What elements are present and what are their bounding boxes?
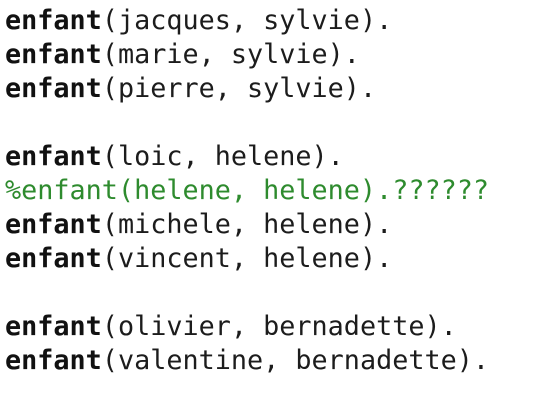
- predicate-args: (loic, helene).: [101, 141, 344, 172]
- predicate-keyword: enfant: [5, 141, 102, 172]
- code-line: enfant(loic, helene).: [5, 140, 550, 174]
- predicate-args: (valentine, bernadette).: [101, 345, 490, 376]
- predicate-keyword: enfant: [5, 345, 102, 376]
- comment-line: %enfant(helene, helene).??????: [5, 174, 550, 208]
- code-line: enfant(jacques, sylvie).: [5, 4, 550, 38]
- predicate-args: (jacques, sylvie).: [101, 5, 393, 36]
- code-line: enfant(valentine, bernadette).: [5, 344, 550, 378]
- predicate-args: (michele, helene).: [101, 209, 393, 240]
- code-line: enfant(marie, sylvie).: [5, 38, 550, 72]
- predicate-keyword: enfant: [5, 73, 102, 104]
- predicate-keyword: enfant: [5, 209, 102, 240]
- predicate-keyword: enfant: [5, 5, 102, 36]
- comment-text: %enfant(helene, helene).??????: [5, 175, 489, 206]
- code-line: enfant(michele, helene).: [5, 208, 550, 242]
- code-line: enfant(vincent, helene).: [5, 242, 550, 276]
- predicate-keyword: enfant: [5, 39, 102, 70]
- code-editor[interactable]: enfant(jacques, sylvie). enfant(marie, s…: [5, 4, 550, 408]
- code-line: enfant(olivier, bernadette).: [5, 310, 550, 344]
- predicate-args: (olivier, bernadette).: [101, 311, 457, 342]
- predicate-args: (marie, sylvie).: [101, 39, 360, 70]
- code-line: enfant(pierre, sylvie).: [5, 72, 550, 106]
- predicate-keyword: enfant: [5, 311, 102, 342]
- predicate-keyword: enfant: [5, 243, 102, 274]
- predicate-args: (vincent, helene).: [101, 243, 393, 274]
- predicate-args: (pierre, sylvie).: [101, 73, 377, 104]
